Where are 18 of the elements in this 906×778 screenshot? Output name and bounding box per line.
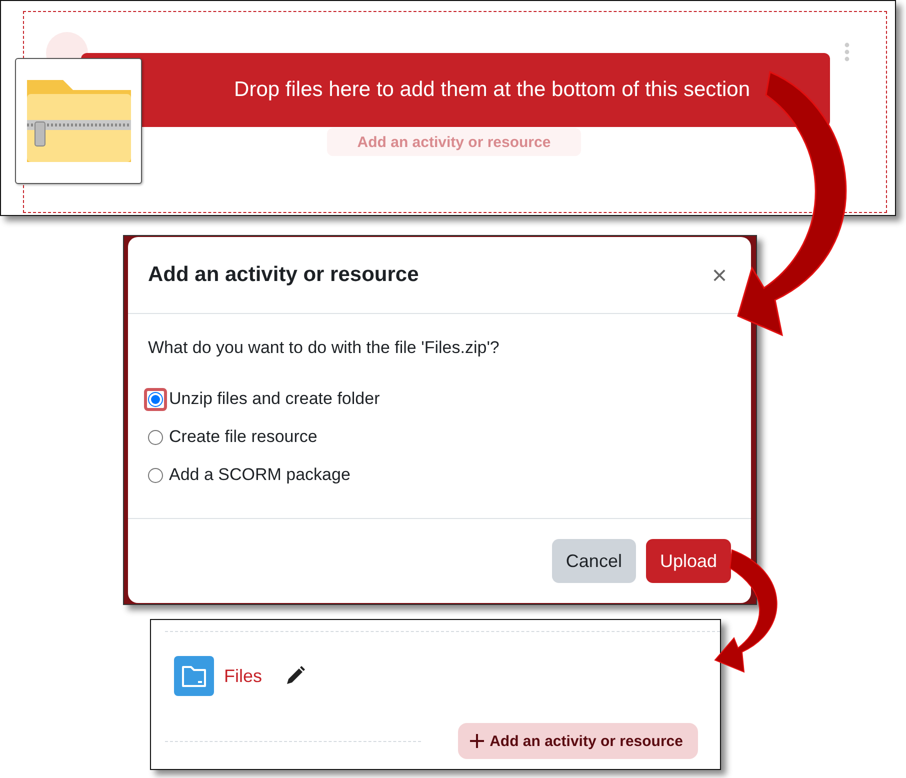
- folder-link[interactable]: Files: [224, 666, 262, 686]
- add-activity-button[interactable]: Add an activity or resource: [458, 723, 698, 759]
- close-button[interactable]: ×: [708, 260, 731, 290]
- zip-folder-icon: [15, 58, 142, 184]
- plus-icon: [470, 734, 484, 748]
- question-text: What do you want to do with the file 'Files.zip'?: [148, 338, 500, 358]
- radio-button[interactable]: [148, 468, 163, 482]
- upload-button[interactable]: Upload: [646, 539, 731, 583]
- option-label: Add a SCORM package: [169, 465, 350, 485]
- option-label: Create file resource: [169, 427, 318, 447]
- folder-icon: [174, 656, 214, 696]
- pencil-icon[interactable]: [284, 665, 306, 687]
- radio-button[interactable]: [148, 430, 163, 444]
- radio-button[interactable]: [148, 392, 163, 406]
- dialog-title: Add an activity or resource: [148, 263, 419, 287]
- cancel-button[interactable]: Cancel: [552, 539, 636, 583]
- more-icon: [844, 42, 850, 62]
- option-label: Unzip files and create folder: [169, 389, 380, 409]
